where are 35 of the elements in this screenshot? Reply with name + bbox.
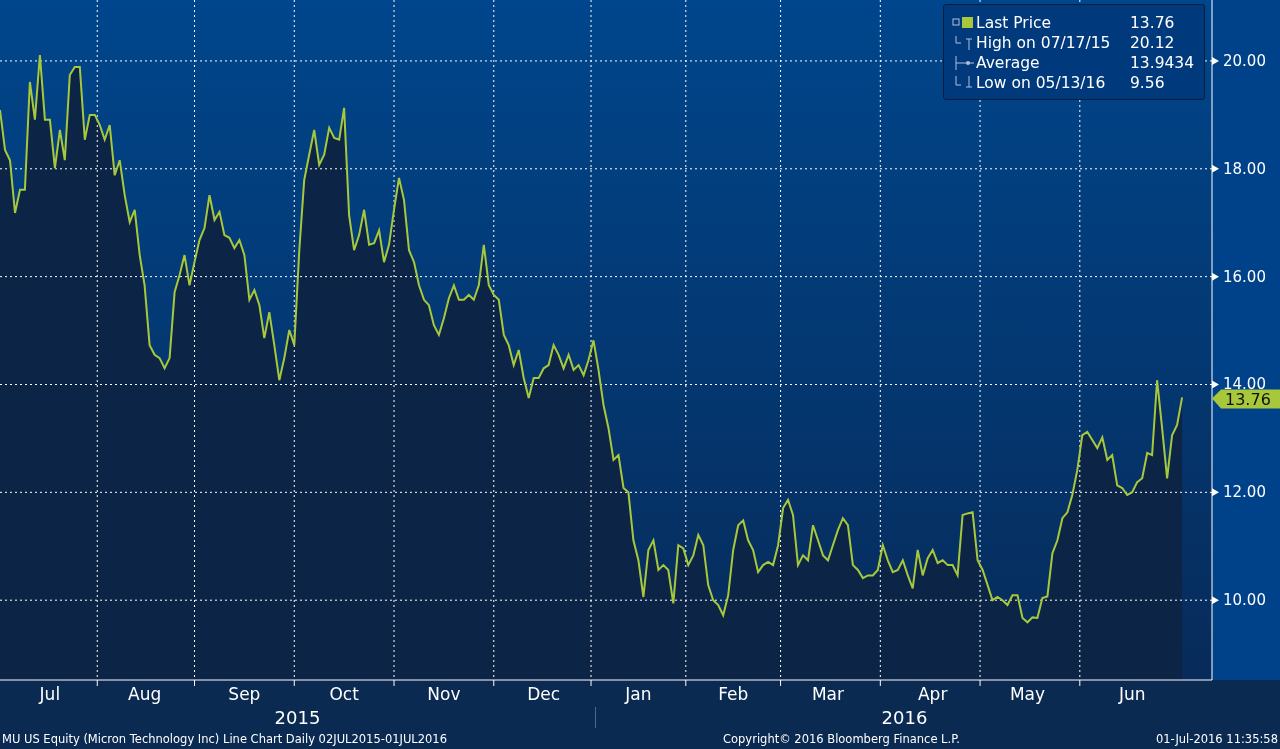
x-tick-label: Oct (329, 684, 359, 704)
chart-description: MU US Equity (Micron Technology Inc) Line Chart Daily 02JUL2015-01JUL2016 (2, 732, 447, 746)
high-marker-icon (952, 36, 974, 50)
y-tick-label: 18.00 (1223, 159, 1266, 178)
series-swatch-icon (952, 16, 974, 30)
legend-value: 20.12 (1130, 34, 1175, 52)
copyright-text: Copyright© 2016 Bloomberg Finance L.P. (723, 732, 960, 746)
y-tick-label: 12.00 (1223, 483, 1266, 502)
year-label: 2016 (595, 706, 1213, 728)
y-tick-label: 20.00 (1223, 51, 1266, 70)
x-tick-label: Sep (228, 684, 261, 704)
x-tick-label: Jul (39, 684, 61, 704)
legend-label: Average (976, 54, 1041, 72)
legend-value: 13.76 (1130, 14, 1175, 32)
price-tag: 13.76 (1212, 389, 1280, 409)
legend-value: 13.9434 (1130, 54, 1195, 72)
x-tick-label: Nov (427, 684, 461, 704)
year-label: 2015 (273, 706, 322, 728)
legend-value: 9.56 (1130, 74, 1165, 92)
x-tick-label: Mar (811, 684, 844, 704)
legend-label: High on 07/17/15 (976, 34, 1112, 52)
x-tick-label: Apr (918, 684, 948, 704)
x-tick-label: Dec (527, 684, 561, 704)
y-tick-label: 16.00 (1223, 267, 1266, 286)
legend-label: Low on 05/13/16 (976, 74, 1107, 92)
timestamp: 01-Jul-2016 11:35:58 (1155, 732, 1278, 746)
legend-label: Last Price (976, 14, 1053, 32)
average-marker-icon (952, 56, 974, 70)
low-marker-icon (952, 76, 974, 90)
y-tick-label: 10.00 (1223, 591, 1266, 610)
x-tick-label: Aug (128, 684, 162, 704)
x-tick-label: Jan (625, 684, 652, 704)
x-tick-label: May (1009, 684, 1046, 704)
x-tick-label: Feb (718, 684, 749, 704)
x-tick-label: Jun (1118, 684, 1146, 704)
